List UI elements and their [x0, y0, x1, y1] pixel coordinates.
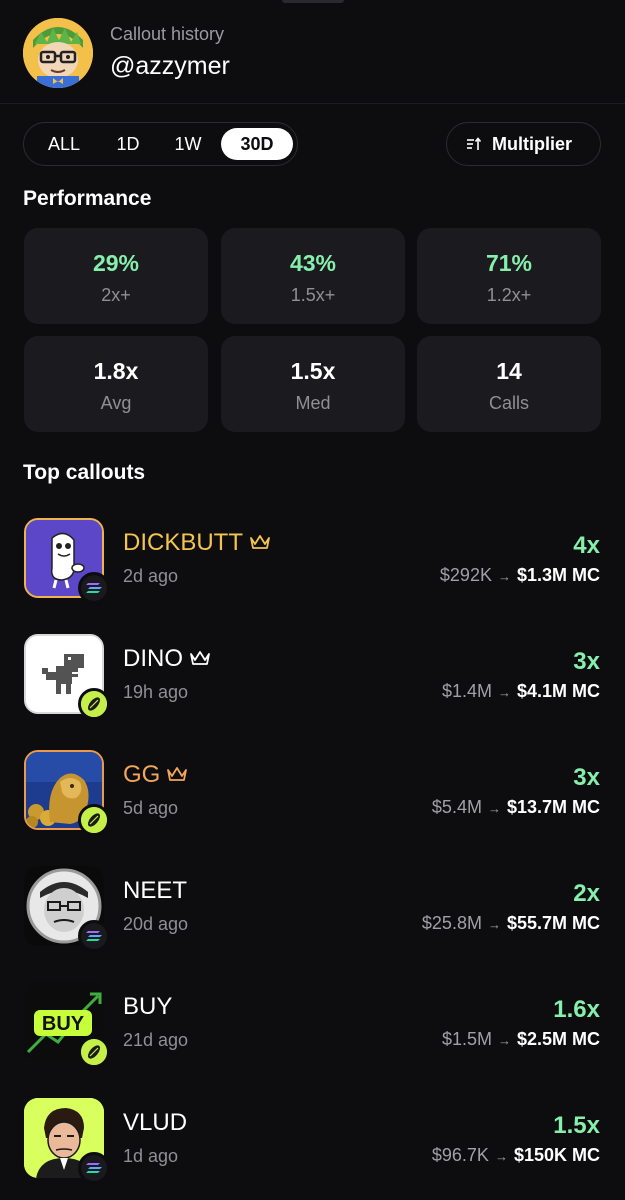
token-age: 2d ago — [123, 566, 179, 586]
stat-label: 2x+ — [101, 285, 131, 305]
token-name: GG — [123, 761, 188, 789]
token-name: BUY — [123, 993, 173, 1020]
crown-icon — [167, 766, 188, 781]
arrow-right-icon: → — [487, 917, 501, 932]
buy-logo-text: BUY — [42, 1013, 85, 1035]
token-name-text: GG — [123, 761, 161, 788]
token-age: 21d ago — [123, 1030, 189, 1050]
stat-label: 1.5x+ — [290, 285, 336, 305]
token-multiplier: 4x — [573, 532, 600, 559]
stat-label: Med — [295, 393, 331, 413]
token-name: VLUD — [123, 1109, 188, 1136]
arrow-right-icon: → — [494, 1149, 508, 1164]
token-multiplier: 3x — [573, 648, 600, 675]
stat-card-1-5x: 43% 1.5x+ — [221, 228, 405, 324]
market-cap-change: $292K → $1.3M MC — [440, 565, 600, 586]
callout-row[interactable]: VLUD 1d ago 1.5x $96.7K → $150K MC — [0, 1098, 625, 1184]
token-age: 1d ago — [123, 1146, 179, 1166]
mc-to: $55.7M MC — [506, 913, 600, 933]
callout-row[interactable]: DICKBUTT 2d ago 4x $292K → $1.3M MC — [0, 518, 625, 604]
tab-30d[interactable]: 30D — [221, 128, 293, 160]
market-cap-change: $1.4M → $4.1M MC — [442, 681, 600, 702]
token-name: NEET — [123, 877, 188, 904]
callout-row[interactable]: NEET 20d ago 2x $25.8M → $55.7M MC — [0, 866, 625, 952]
tab-1w[interactable]: 1W — [160, 128, 216, 160]
time-range-tabs: ALL 1D 1W 30D — [23, 122, 298, 166]
top-callouts-title: Top callouts — [23, 461, 146, 484]
arrow-right-icon: → — [497, 569, 511, 584]
stat-value: 1.8x — [93, 358, 139, 384]
arrow-right-icon: → — [497, 685, 511, 700]
mc-to: $1.3M MC — [516, 565, 600, 585]
stat-value: 43% — [289, 250, 337, 276]
mc-to: $150K MC — [513, 1145, 600, 1165]
mc-from: $1.4M — [441, 681, 492, 701]
stat-value: 29% — [92, 250, 140, 276]
market-cap-change: $96.7K → $150K MC — [432, 1145, 600, 1166]
token-multiplier: 3x — [573, 764, 600, 791]
token-age: 5d ago — [123, 798, 179, 818]
mc-from: $1.5M — [441, 1029, 492, 1049]
market-cap-change: $1.5M → $2.5M MC — [442, 1029, 600, 1050]
crown-icon — [190, 650, 210, 665]
stat-card-2x: 29% 2x+ — [24, 228, 208, 324]
mc-to: $2.5M MC — [516, 1029, 600, 1049]
token-multiplier: 1.5x — [553, 1112, 600, 1139]
token-name-text: DICKBUTT — [123, 529, 243, 556]
mc-from: $292K — [439, 565, 492, 585]
token-multiplier: 1.6x — [553, 996, 600, 1023]
market-cap-change: $25.8M → $55.7M MC — [422, 913, 600, 934]
mc-to: $4.1M MC — [516, 681, 600, 701]
tab-all[interactable]: ALL — [34, 128, 94, 160]
stat-card-calls: 14 Calls — [417, 336, 601, 432]
stat-label: Calls — [488, 393, 529, 413]
token-multiplier: 2x — [573, 880, 600, 907]
stat-label: 1.2x+ — [486, 285, 532, 305]
token-name-text: DINO — [123, 645, 183, 672]
sort-icon — [467, 137, 482, 150]
token-age: 20d ago — [123, 914, 189, 934]
pump-icon — [78, 688, 110, 720]
mc-to: $13.7M MC — [506, 797, 600, 817]
token-name: DINO — [123, 645, 211, 673]
profile-header: Callout history @azzymer — [0, 0, 625, 104]
multiplier-label: Multiplier — [492, 134, 572, 154]
arrow-right-icon: → — [487, 801, 501, 816]
performance-title: Performance — [23, 187, 152, 210]
token-age: 19h ago — [123, 682, 189, 702]
solana-icon — [78, 1152, 110, 1184]
header-subtitle: Callout history — [110, 24, 225, 44]
solana-icon — [78, 920, 110, 952]
stat-label: Avg — [100, 393, 132, 413]
stat-card-1-2x: 71% 1.2x+ — [417, 228, 601, 324]
pump-icon — [78, 804, 110, 836]
stat-card-med: 1.5x Med — [221, 336, 405, 432]
market-cap-change: $5.4M → $13.7M MC — [432, 797, 600, 818]
profile-avatar[interactable] — [23, 18, 93, 88]
mc-from: $25.8M — [421, 913, 482, 933]
mc-from: $5.4M — [431, 797, 482, 817]
arrow-right-icon: → — [497, 1033, 511, 1048]
username: @azzymer — [110, 52, 230, 80]
pump-icon — [78, 1036, 110, 1068]
multiplier-sort-button[interactable]: Multiplier — [446, 122, 601, 166]
stat-card-avg: 1.8x Avg — [24, 336, 208, 432]
stat-value: 71% — [485, 250, 533, 276]
callout-row[interactable]: BUY BUY 21d ago 1.6x $1.5M → $2.5M MC — [0, 982, 625, 1068]
callout-row[interactable]: DINO 19h ago 3x $1.4M → $4.1M MC — [0, 634, 625, 720]
stat-value: 14 — [496, 358, 522, 384]
token-name: DICKBUTT — [123, 529, 271, 557]
callout-row[interactable]: GG 5d ago 3x $5.4M → $13.7M MC — [0, 750, 625, 836]
mc-from: $96.7K — [431, 1145, 489, 1165]
stat-value: 1.5x — [290, 358, 336, 384]
solana-icon — [78, 572, 110, 604]
crown-icon — [250, 534, 270, 549]
tab-1d[interactable]: 1D — [102, 128, 154, 160]
